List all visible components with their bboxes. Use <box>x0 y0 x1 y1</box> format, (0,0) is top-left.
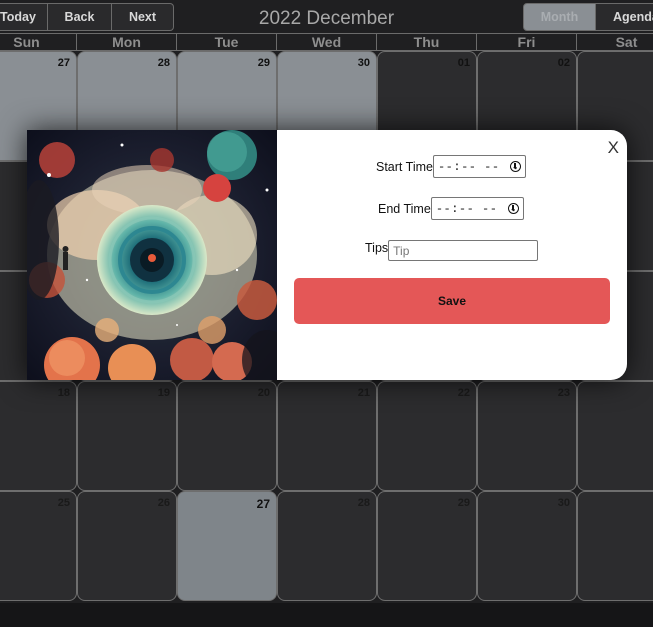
calendar-week: 25 26 27 28 29 30 <box>0 491 653 601</box>
day-cell[interactable]: 19 <box>77 381 177 491</box>
day-number: 28 <box>357 497 370 509</box>
day-cell[interactable] <box>577 381 653 491</box>
calendar-toolbar: Today Back Next 2022 December Month Agen… <box>0 0 653 34</box>
month-view-button[interactable]: Month <box>523 3 596 31</box>
end-time-value: --:-- -- <box>435 201 498 216</box>
agenda-view-button[interactable]: Agenda <box>596 3 653 31</box>
clock-icon[interactable] <box>509 161 521 172</box>
day-number: 02 <box>557 57 570 69</box>
day-number: 01 <box>457 57 470 69</box>
day-cell[interactable] <box>577 491 653 601</box>
weekday-sun: Sun <box>0 33 77 51</box>
weekday-fri: Fri <box>477 33 577 51</box>
day-number: 27 <box>256 497 270 511</box>
end-time-field: End Time --:-- -- <box>378 197 524 220</box>
end-time-input[interactable]: --:-- -- <box>430 197 524 220</box>
page-footer <box>0 603 653 627</box>
start-time-field: Start Time --:-- -- <box>376 155 526 178</box>
day-number: 21 <box>357 387 370 399</box>
tips-field: Tips <box>365 240 539 261</box>
weekday-thu: Thu <box>377 33 477 51</box>
start-time-label: Start Time <box>376 159 433 174</box>
day-cell[interactable]: 21 <box>277 381 377 491</box>
day-cell[interactable]: 18 <box>0 381 77 491</box>
weekday-tue: Tue <box>177 33 277 51</box>
tip-input[interactable] <box>388 240 539 261</box>
save-button[interactable]: Save <box>294 278 610 324</box>
event-modal: X Start Time --:-- -- End Time --:-- -- … <box>27 130 627 380</box>
day-number: 18 <box>57 387 70 399</box>
day-number: 27 <box>57 57 70 69</box>
day-cell[interactable]: 25 <box>0 491 77 601</box>
day-cell[interactable]: 23 <box>477 381 577 491</box>
cosmic-artwork-image <box>27 130 277 380</box>
clock-icon[interactable] <box>507 203 519 214</box>
day-number: 25 <box>57 497 70 509</box>
weekday-mon: Mon <box>77 33 177 51</box>
end-time-label: End Time <box>378 201 431 216</box>
day-cell[interactable]: 20 <box>177 381 277 491</box>
day-number: 19 <box>157 387 170 399</box>
day-cell[interactable]: 28 <box>277 491 377 601</box>
day-cell[interactable]: 26 <box>77 491 177 601</box>
day-cell[interactable]: 22 <box>377 381 477 491</box>
calendar-week: 18 19 20 21 22 23 <box>0 381 653 491</box>
weekday-wed: Wed <box>277 33 377 51</box>
artwork-illustration <box>27 130 277 380</box>
start-time-input[interactable]: --:-- -- <box>432 155 526 178</box>
day-number: 29 <box>257 57 270 69</box>
weekday-header: Sun Mon Tue Wed Thu Fri Sat <box>0 33 653 51</box>
close-icon[interactable]: X <box>608 138 619 158</box>
day-number: 30 <box>557 497 570 509</box>
day-cell-today[interactable]: 27 <box>177 491 277 601</box>
view-button-group: Month Agenda <box>523 3 653 31</box>
day-number: 30 <box>357 57 370 69</box>
weekday-sat: Sat <box>577 33 653 51</box>
day-number: 28 <box>157 57 170 69</box>
day-number: 22 <box>457 387 470 399</box>
day-cell[interactable]: 30 <box>477 491 577 601</box>
day-cell[interactable]: 29 <box>377 491 477 601</box>
tips-label: Tips <box>365 240 389 255</box>
day-number: 26 <box>157 497 170 509</box>
day-number: 23 <box>557 387 570 399</box>
day-number: 29 <box>457 497 470 509</box>
start-time-value: --:-- -- <box>437 159 500 174</box>
day-number: 20 <box>257 387 270 399</box>
